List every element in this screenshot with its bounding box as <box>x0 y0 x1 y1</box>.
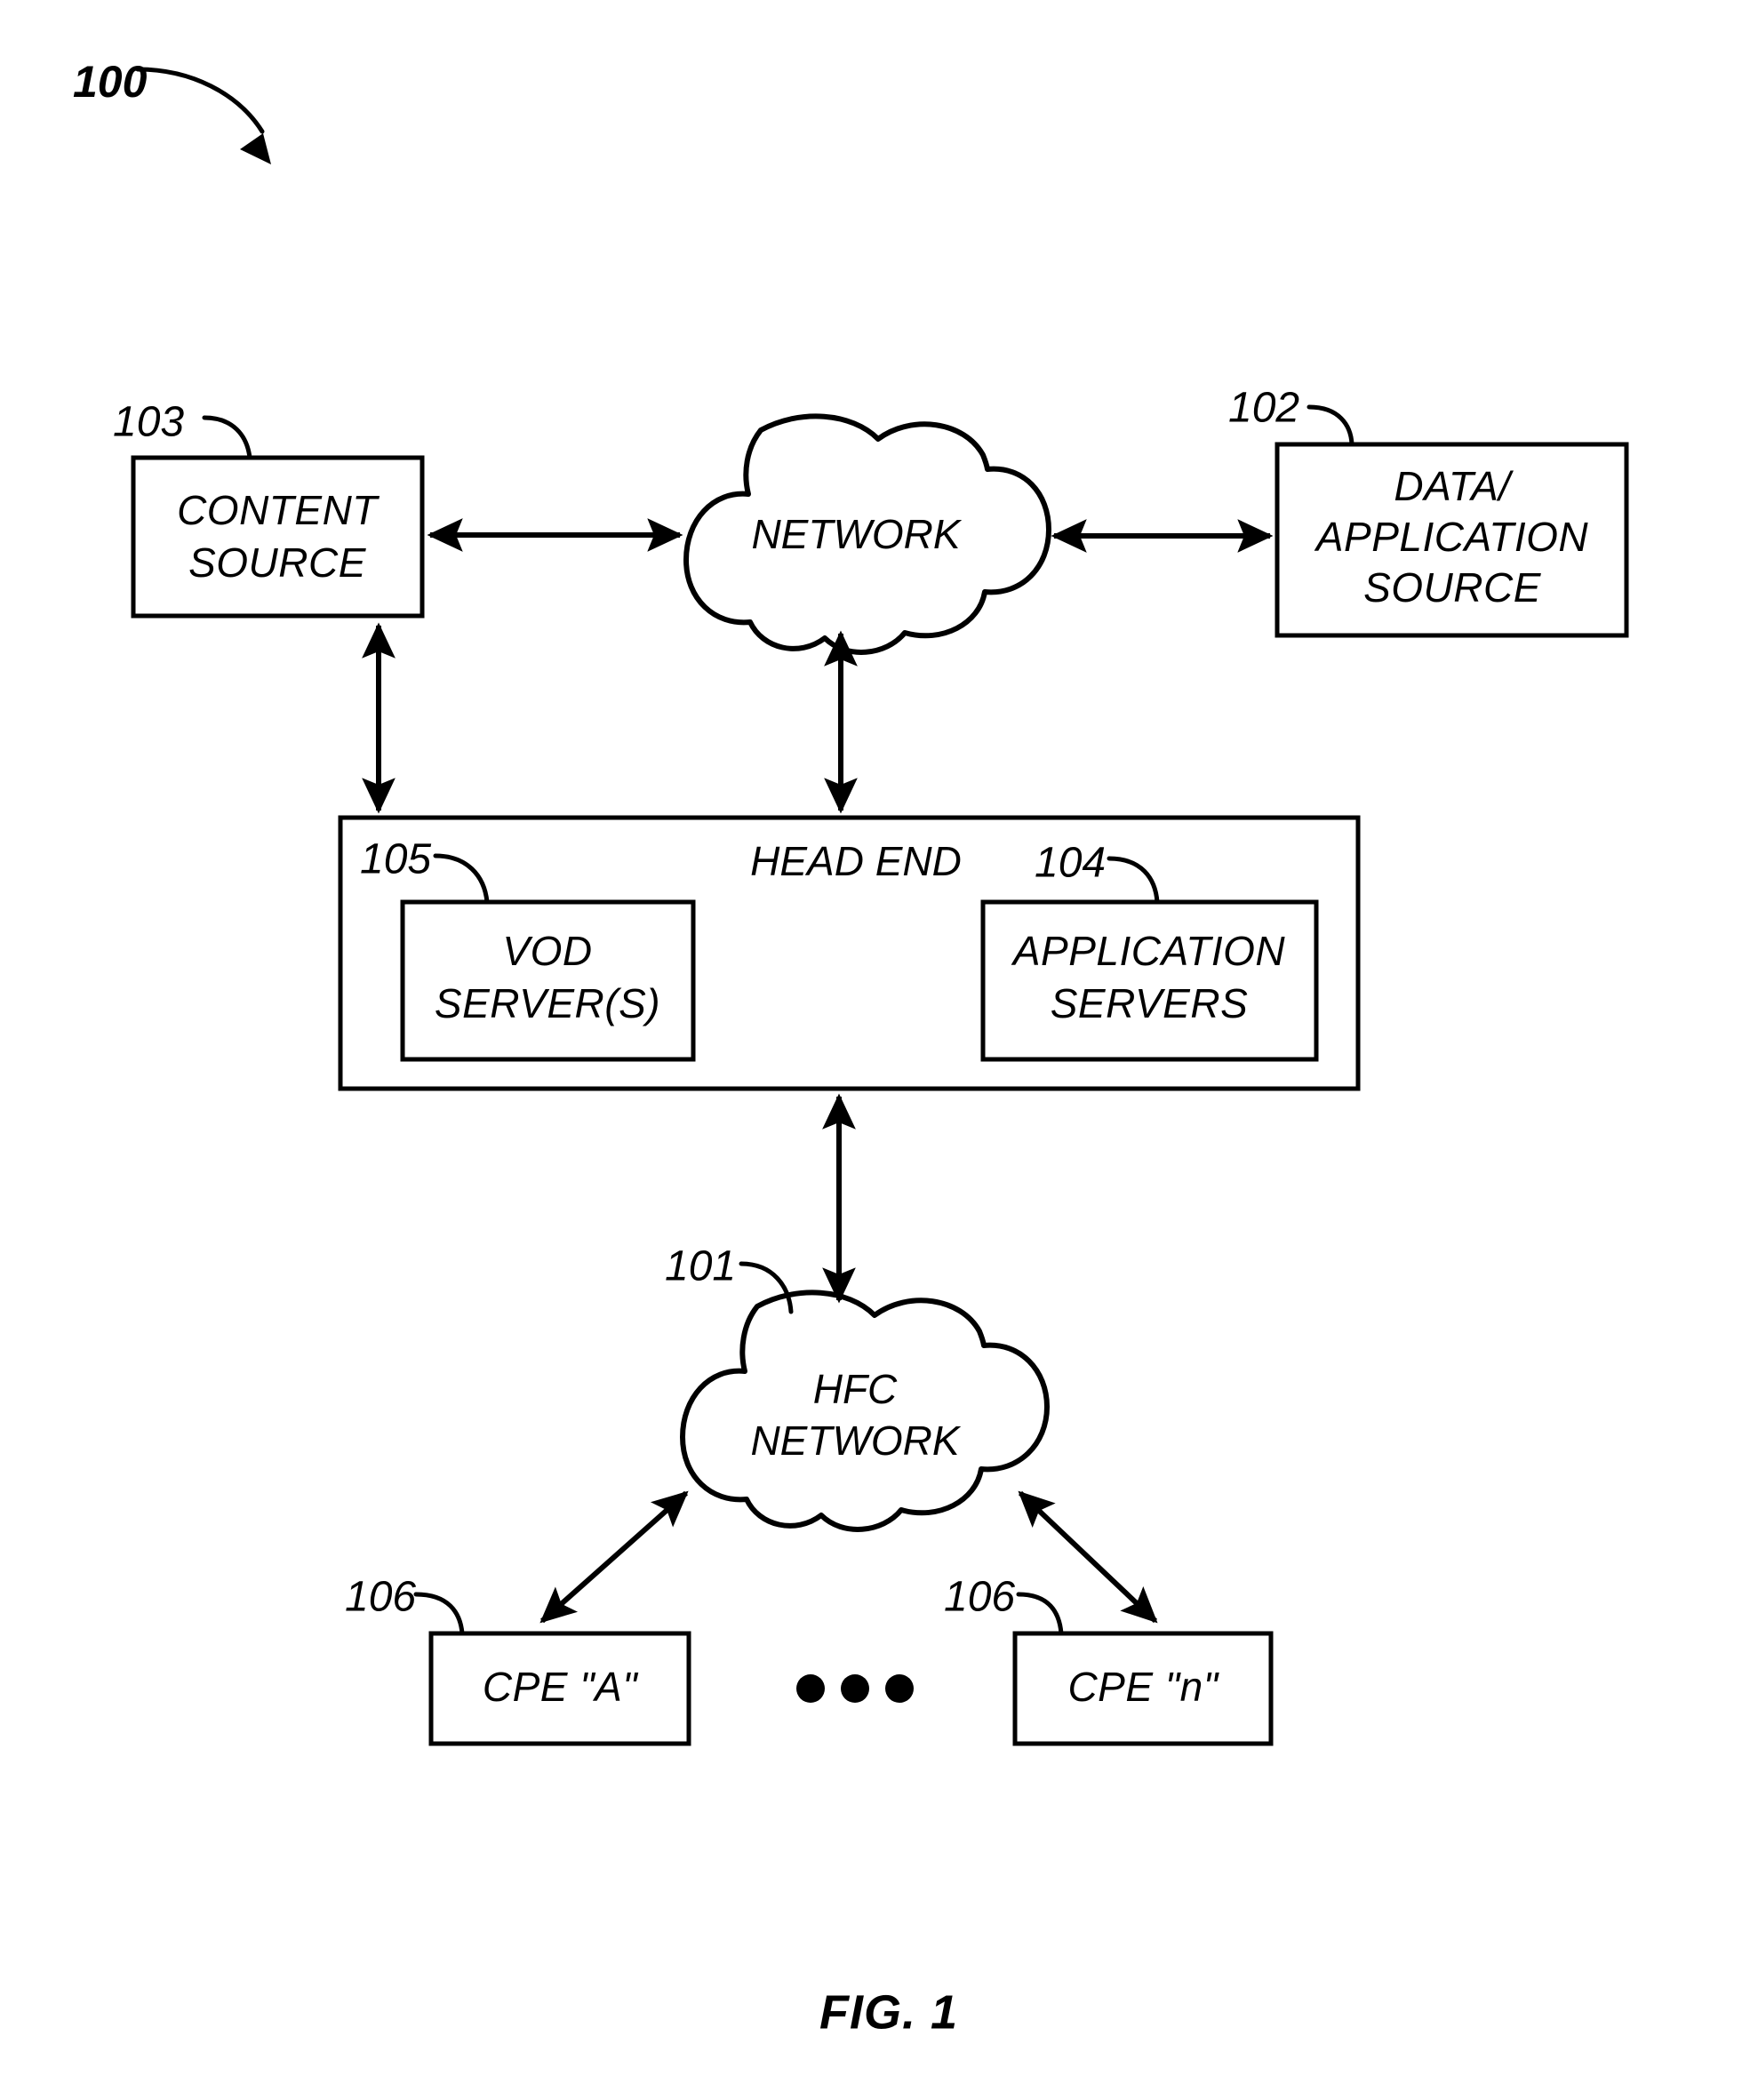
ref-number-101: 101 <box>665 1243 736 1290</box>
ref-number-106-n: 106 <box>944 1574 1015 1621</box>
data-application-source-label-line2: APPLICATION <box>1314 514 1589 560</box>
network-cloud-label: NETWORK <box>751 511 962 557</box>
ref-number-103: 103 <box>113 399 184 446</box>
network-cloud-node[interactable]: NETWORK <box>683 413 1051 655</box>
hfc-network-label-line2: NETWORK <box>750 1417 961 1464</box>
system-ref-100-group: 100 <box>73 57 271 164</box>
ref-100-arrowhead <box>240 133 271 164</box>
ref-number-105: 105 <box>360 836 431 883</box>
data-application-source-ref-group: 102 <box>1228 385 1354 447</box>
content-source-label-line2: SOURCE <box>188 539 367 586</box>
content-source-node[interactable]: CONTENT SOURCE <box>131 455 425 619</box>
ellipsis-dot-3 <box>885 1674 914 1703</box>
cpe-n-label: CPE "n" <box>1067 1664 1219 1710</box>
ref-number-102: 102 <box>1228 385 1299 432</box>
content-source-box[interactable] <box>131 455 425 619</box>
hfc-network-cloud-node[interactable]: HFC NETWORK <box>680 1290 1050 1532</box>
ref-number-104: 104 <box>1035 840 1106 887</box>
figure-caption: FIG. 1 <box>819 1985 958 2039</box>
edge-hfc-network-to-cpe-n <box>1018 1490 1158 1624</box>
content-source-label-line1: CONTENT <box>177 487 380 533</box>
figure-1-diagram: 100 CONTENT SOURCE 103 NETWORK DATA/ APP… <box>73 57 1629 2039</box>
ref-103-leader-curve <box>202 415 252 460</box>
cpe-ellipsis <box>796 1674 914 1703</box>
ellipsis-dot-1 <box>796 1674 825 1703</box>
head-end-title: HEAD END <box>750 838 962 884</box>
cpe-a-node[interactable]: CPE "A" <box>428 1631 691 1746</box>
content-source-ref-group: 103 <box>113 399 252 460</box>
data-application-source-node[interactable]: DATA/ APPLICATION SOURCE <box>1275 442 1629 638</box>
application-servers-label-line2: SERVERS <box>1051 980 1249 1026</box>
vod-server-node[interactable]: VOD SERVER(S) <box>400 899 696 1062</box>
application-servers-label-line1: APPLICATION <box>1011 928 1286 974</box>
hfc-network-label-line1: HFC <box>813 1366 898 1412</box>
ref-number-100: 100 <box>73 57 148 107</box>
patent-figure-canvas: 100 CONTENT SOURCE 103 NETWORK DATA/ APP… <box>0 0 1758 2100</box>
ref-number-106-a: 106 <box>345 1574 416 1621</box>
cpe-n-ref-group: 106 <box>944 1574 1064 1636</box>
ref-106n-leader-curve <box>1016 1592 1064 1636</box>
edge-hfc-network-to-cpe-a <box>539 1490 689 1624</box>
data-application-source-label-line1: DATA/ <box>1394 463 1514 509</box>
ellipsis-dot-2 <box>841 1674 869 1703</box>
data-application-source-label-line3: SOURCE <box>1363 564 1542 611</box>
vod-server-label-line1: VOD <box>502 928 592 974</box>
cpe-a-ref-group: 106 <box>345 1574 465 1636</box>
cpe-n-node[interactable]: CPE "n" <box>1012 1631 1274 1746</box>
ref-102-leader-curve <box>1307 404 1354 447</box>
application-servers-node[interactable]: APPLICATION SERVERS <box>980 899 1319 1062</box>
vod-server-label-line2: SERVER(S) <box>435 980 660 1026</box>
ref-106a-leader-curve <box>413 1592 465 1636</box>
ref-100-leader-curve <box>135 67 265 134</box>
cpe-a-label: CPE "A" <box>483 1664 639 1710</box>
